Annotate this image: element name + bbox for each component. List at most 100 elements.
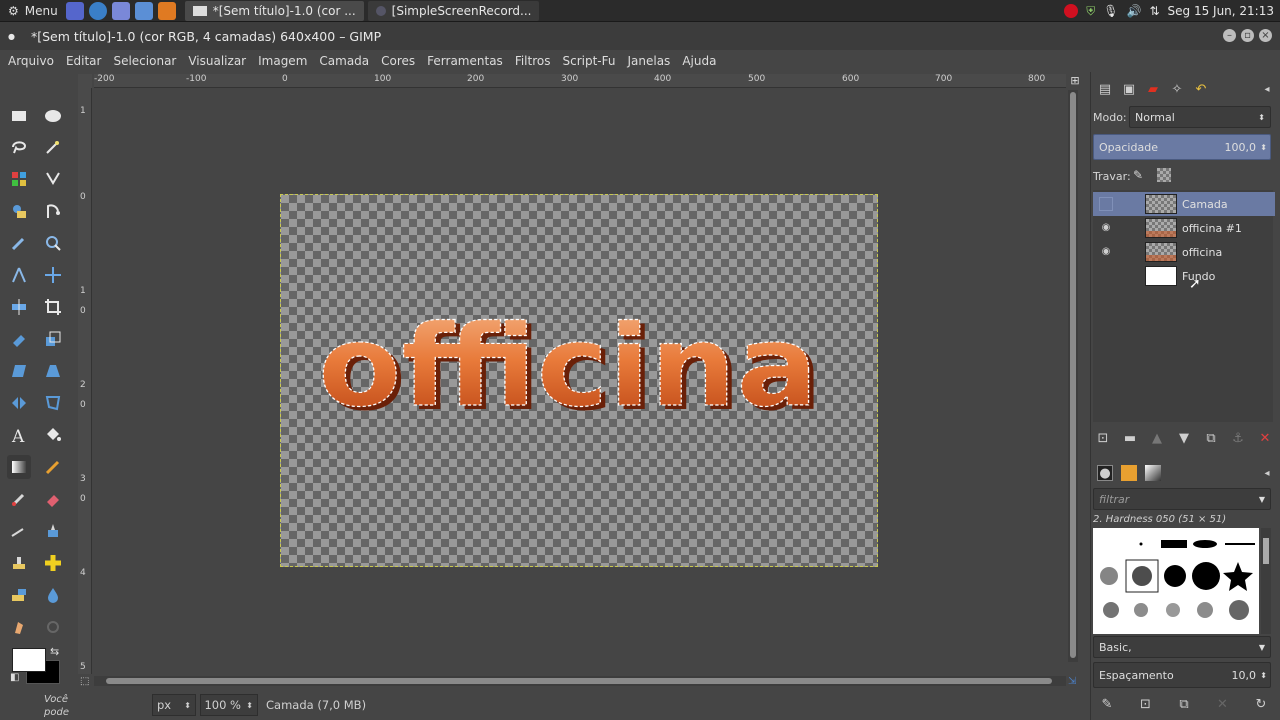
- minimize-icon[interactable]: –: [1223, 29, 1236, 42]
- menu-ferramentas[interactable]: Ferramentas: [427, 54, 503, 68]
- duplicate-brush-icon[interactable]: ⧉: [1176, 696, 1192, 712]
- pencil-tool[interactable]: [41, 455, 65, 479]
- anchor-layer-icon[interactable]: ⚓: [1230, 430, 1246, 446]
- text-tool[interactable]: A: [7, 423, 31, 447]
- menu-ajuda[interactable]: Ajuda: [682, 54, 716, 68]
- menu-editar[interactable]: Editar: [66, 54, 102, 68]
- scissors-select-tool[interactable]: [41, 167, 65, 191]
- navigate-icon[interactable]: ⊞: [1068, 74, 1082, 88]
- foreground-select-tool[interactable]: [7, 199, 31, 223]
- lower-layer-icon[interactable]: ▼: [1176, 430, 1192, 446]
- new-layer-icon[interactable]: ⊡: [1095, 430, 1111, 446]
- move-tool[interactable]: [41, 263, 65, 287]
- menu-janelas[interactable]: Janelas: [627, 54, 670, 68]
- refresh-brushes-icon[interactable]: ↻: [1253, 696, 1269, 712]
- close-icon[interactable]: ×: [1259, 29, 1272, 42]
- vertical-scrollbar[interactable]: [1068, 90, 1078, 662]
- brush-preset-select[interactable]: Basic, ▼: [1093, 636, 1271, 658]
- eye-icon[interactable]: ◉: [1099, 245, 1113, 259]
- shear-tool[interactable]: [7, 359, 31, 383]
- menu-arquivo[interactable]: Arquivo: [8, 54, 54, 68]
- clock[interactable]: Seg 15 Jun, 21:13: [1168, 4, 1274, 18]
- paintbrush-tool[interactable]: [7, 487, 31, 511]
- window-titlebar[interactable]: ● *[Sem título]-1.0 (cor RGB, 4 camadas)…: [0, 22, 1280, 50]
- duplicate-layer-icon[interactable]: ⧉: [1203, 430, 1219, 446]
- blur-tool[interactable]: [41, 583, 65, 607]
- brush-filter-input[interactable]: filtrar ▼: [1093, 488, 1271, 510]
- crop-tool[interactable]: [41, 295, 65, 319]
- layer-row[interactable]: Fundo: [1093, 264, 1275, 288]
- heal-tool[interactable]: [41, 551, 65, 575]
- spacing-slider[interactable]: Espaçamento 10,0 ⬍: [1093, 662, 1271, 688]
- app-launcher-icon[interactable]: [157, 1, 176, 20]
- fuzzy-select-tool[interactable]: [41, 135, 65, 159]
- clone-tool[interactable]: [7, 551, 31, 575]
- paths-tool[interactable]: [41, 199, 65, 223]
- lock-pixels-icon[interactable]: ✎: [1133, 168, 1143, 182]
- smudge-tool[interactable]: [7, 615, 31, 639]
- patterns-tab-icon[interactable]: [1121, 465, 1137, 481]
- blend-tool[interactable]: [7, 455, 31, 479]
- delete-brush-icon[interactable]: ✕: [1215, 696, 1231, 712]
- menu-visualizar[interactable]: Visualizar: [188, 54, 246, 68]
- vertical-ruler[interactable]: 1 0 1 0 2 0 3 0 4 5: [78, 88, 92, 674]
- align-tool[interactable]: [7, 295, 31, 319]
- rect-select-tool[interactable]: [7, 104, 31, 128]
- menu-script-fu[interactable]: Script-Fu: [562, 54, 615, 68]
- brush-grid[interactable]: [1093, 528, 1259, 634]
- microphone-icon[interactable]: 🎙: [1103, 4, 1118, 18]
- zoom-fit-icon[interactable]: ⇲: [1068, 676, 1080, 688]
- dock-menu-icon[interactable]: ◂: [1259, 81, 1275, 97]
- files-icon[interactable]: [111, 1, 130, 20]
- color-picker-tool[interactable]: [7, 231, 31, 255]
- dodge-burn-tool[interactable]: [41, 615, 65, 639]
- gradients-tab-icon[interactable]: [1145, 465, 1161, 481]
- opacity-slider[interactable]: Opacidade 100,0 ⬍: [1093, 134, 1271, 160]
- flip-tool[interactable]: [7, 391, 31, 415]
- taskbar-item-gimp[interactable]: *[Sem título]-1.0 (cor ...: [184, 0, 364, 21]
- shield-icon[interactable]: ⛨: [1086, 4, 1095, 19]
- brush-grid-scrollbar[interactable]: [1261, 528, 1271, 634]
- layer-row[interactable]: ◉ officina #1: [1093, 216, 1275, 240]
- new-brush-icon[interactable]: ⊡: [1138, 696, 1154, 712]
- mode-select[interactable]: Normal ⬍: [1129, 106, 1271, 128]
- maximize-icon[interactable]: ▫: [1241, 29, 1254, 42]
- new-group-icon[interactable]: ▬: [1122, 430, 1138, 446]
- swap-colors-icon[interactable]: ⇆: [50, 645, 59, 658]
- window-menu-icon[interactable]: ●: [8, 32, 15, 41]
- undo-history-tab-icon[interactable]: ✧: [1169, 81, 1185, 97]
- show-desktop-icon[interactable]: [65, 1, 84, 20]
- visibility-toggle[interactable]: [1099, 197, 1113, 211]
- rotate-tool[interactable]: [7, 327, 31, 351]
- raise-layer-icon[interactable]: ▲: [1149, 430, 1165, 446]
- edit-brush-icon[interactable]: ✎: [1099, 696, 1115, 712]
- zoom-select[interactable]: 100 % ⬍: [200, 694, 258, 716]
- free-select-tool[interactable]: [7, 135, 31, 159]
- brush-grid-scrollbar-thumb[interactable]: [1263, 538, 1269, 564]
- volume-icon[interactable]: 🔊: [1127, 4, 1142, 18]
- scale-tool[interactable]: [41, 327, 65, 351]
- paths-tab-icon[interactable]: ▰: [1145, 81, 1161, 97]
- ellipse-select-tool[interactable]: [41, 104, 65, 128]
- channels-tab-icon[interactable]: ▣: [1121, 81, 1137, 97]
- reset-colors-icon[interactable]: ◧: [10, 672, 19, 683]
- layers-tab-icon[interactable]: ▤: [1097, 81, 1113, 97]
- undo-tab-icon[interactable]: ↶: [1193, 81, 1209, 97]
- dock-menu-icon[interactable]: ◂: [1259, 465, 1275, 481]
- browser-icon[interactable]: [88, 1, 107, 20]
- layer-row[interactable]: ◉ officina: [1093, 240, 1275, 264]
- quick-mask-icon[interactable]: ⬚: [80, 676, 92, 688]
- airbrush-tool[interactable]: [7, 519, 31, 543]
- horizontal-scrollbar-thumb[interactable]: [106, 678, 1052, 684]
- vertical-scrollbar-thumb[interactable]: [1070, 92, 1076, 658]
- perspective-clone-tool[interactable]: [7, 583, 31, 607]
- image-canvas[interactable]: officina officina: [280, 194, 878, 567]
- horizontal-ruler[interactable]: -200 -100 0 100 200 300 400 500 600 700 …: [94, 74, 1066, 88]
- zoom-tool[interactable]: [41, 231, 65, 255]
- visibility-toggle[interactable]: [1099, 269, 1113, 283]
- menu-imagem[interactable]: Imagem: [258, 54, 307, 68]
- eraser-tool[interactable]: [41, 487, 65, 511]
- record-icon[interactable]: [1064, 4, 1079, 18]
- ink-tool[interactable]: [41, 519, 65, 543]
- ruler-corner[interactable]: [78, 74, 92, 88]
